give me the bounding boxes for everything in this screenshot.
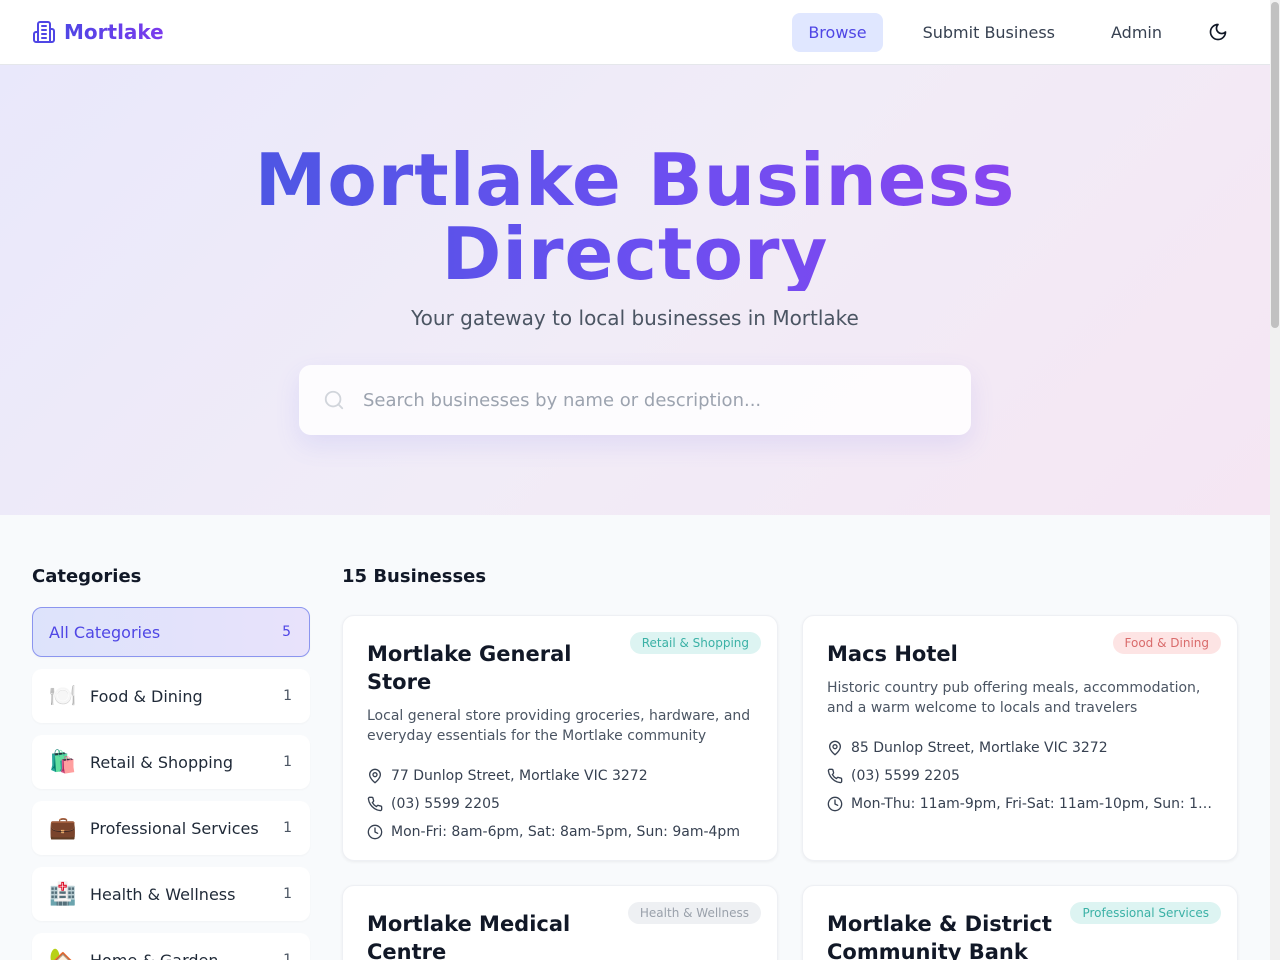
phone-icon [367, 796, 383, 812]
clock-icon [827, 796, 843, 812]
category-badge: Food & Dining [1112, 632, 1221, 654]
business-address: 85 Dunlop Street, Mortlake VIC 3272 [827, 734, 1213, 762]
page-scrollbar[interactable] [1270, 0, 1280, 960]
category-all[interactable]: All Categories 5 [32, 607, 310, 657]
address-text: 85 Dunlop Street, Mortlake VIC 3272 [851, 740, 1108, 756]
phone-text: (03) 5599 2205 [391, 796, 500, 812]
category-professional-services[interactable]: 💼 Professional Services 1 [32, 801, 310, 855]
hospital-icon: 🏥 [49, 881, 77, 907]
page-title-line-1: Mortlake Business [254, 138, 1016, 222]
category-badge: Professional Services [1070, 902, 1221, 924]
business-card[interactable]: Retail & Shopping Mortlake General Store… [342, 615, 778, 861]
category-retail-shopping[interactable]: 🛍️ Retail & Shopping 1 [32, 735, 310, 789]
category-badge: Health & Wellness [627, 902, 761, 924]
business-address: 77 Dunlop Street, Mortlake VIC 3272 [367, 762, 753, 790]
business-hours: Mon-Thu: 11am-9pm, Fri-Sat: 11am-10pm, S… [827, 790, 1213, 818]
results-count-heading: 15 Businesses [342, 566, 487, 587]
address-text: 77 Dunlop Street, Mortlake VIC 3272 [391, 768, 648, 784]
phone-icon [827, 768, 843, 784]
category-label: Retail & Shopping [90, 752, 233, 772]
business-info: 85 Dunlop Street, Mortlake VIC 3272 (03)… [827, 734, 1213, 818]
category-health-wellness[interactable]: 🏥 Health & Wellness 1 [32, 867, 310, 921]
category-label: Health & Wellness [90, 884, 236, 904]
category-label: Food & Dining [90, 686, 203, 706]
category-label: Home & Garden [90, 950, 219, 960]
business-phone: (03) 5599 2205 [827, 762, 1213, 790]
business-card[interactable]: Food & Dining Macs Hotel Historic countr… [802, 615, 1238, 861]
category-food-dining[interactable]: 🍽️ Food & Dining 1 [32, 669, 310, 723]
business-card[interactable]: Professional Services Mortlake & Distric… [802, 885, 1238, 960]
page-subtitle: Your gateway to local businesses in Mort… [411, 306, 859, 330]
search-bar [299, 365, 971, 435]
search-input[interactable] [363, 389, 923, 411]
business-phone: (03) 5599 2205 [367, 790, 753, 818]
business-title: Macs Hotel [827, 642, 958, 666]
phone-text: (03) 5599 2205 [851, 768, 960, 784]
map-pin-icon [369, 768, 381, 784]
hero-section: Mortlake Business Directory Your gateway… [0, 65, 1270, 515]
business-card[interactable]: Health & Wellness Mortlake Medical Centr… [342, 885, 778, 960]
search-icon [324, 390, 344, 410]
building-icon [33, 21, 55, 43]
category-home-garden[interactable]: 🏡 Home & Garden 1 [32, 933, 310, 960]
map-pin-icon [829, 740, 841, 756]
categories-heading: Categories [32, 566, 142, 587]
business-info: 77 Dunlop Street, Mortlake VIC 3272 (03)… [367, 762, 753, 846]
category-count: 1 [283, 886, 292, 902]
business-description: Local general store providing groceries,… [367, 708, 751, 744]
category-label: Professional Services [90, 818, 259, 838]
business-hours: Mon-Fri: 8am-6pm, Sat: 8am-5pm, Sun: 9am… [367, 818, 753, 846]
hours-text: Mon-Fri: 8am-6pm, Sat: 8am-5pm, Sun: 9am… [391, 824, 740, 840]
page-title-line-2: Directory [441, 212, 829, 296]
clock-icon [367, 824, 383, 840]
theme-toggle-button[interactable] [1198, 12, 1238, 52]
scrollbar-thumb[interactable] [1271, 2, 1279, 328]
category-count: 1 [283, 688, 292, 704]
plate-icon: 🍽️ [49, 683, 77, 709]
category-count: 1 [283, 952, 292, 960]
shopping-bags-icon: 🛍️ [49, 749, 77, 775]
category-count: 1 [283, 754, 292, 770]
category-list: All Categories 5 🍽️ Food & Dining 1 🛍️ R… [32, 607, 310, 960]
category-count: 1 [283, 820, 292, 836]
main-nav: Browse Submit Business Admin [792, 12, 1238, 52]
nav-submit-business[interactable]: Submit Business [907, 13, 1071, 52]
brand-logo[interactable]: Mortlake [32, 20, 164, 44]
business-description: Historic country pub offering meals, acc… [827, 680, 1201, 716]
business-title: Mortlake & District Community Bank [827, 912, 1052, 960]
moon-icon [1209, 23, 1227, 41]
page-title: Mortlake Business Directory [0, 143, 1270, 291]
nav-browse[interactable]: Browse [792, 12, 883, 52]
hours-text: Mon-Thu: 11am-9pm, Fri-Sat: 11am-10pm, S… [851, 796, 1213, 812]
category-count: 5 [282, 624, 291, 640]
business-title: Mortlake General Store [367, 642, 572, 694]
category-label: All Categories [49, 622, 161, 642]
business-title: Mortlake Medical Centre [367, 912, 571, 960]
top-nav-bar: Mortlake Browse Submit Business Admin [0, 0, 1270, 65]
nav-admin[interactable]: Admin [1095, 13, 1178, 52]
house-garden-icon: 🏡 [49, 947, 77, 960]
category-badge: Retail & Shopping [629, 632, 761, 654]
brand-name: Mortlake [64, 20, 164, 44]
briefcase-icon: 💼 [49, 815, 77, 841]
